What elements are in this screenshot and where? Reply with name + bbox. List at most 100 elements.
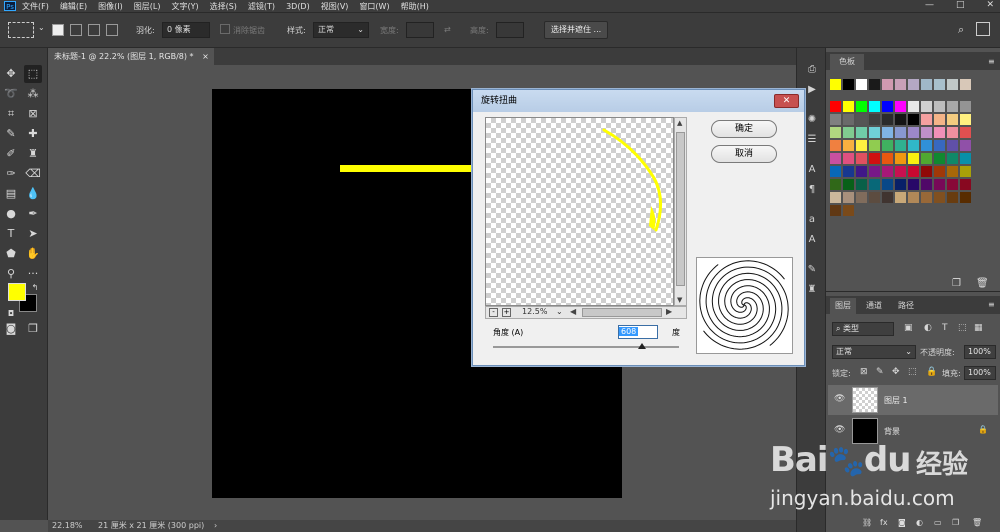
scroll-up-icon[interactable]: ▲ (677, 119, 682, 127)
status-menu-arrow[interactable]: › (214, 520, 217, 532)
character-icon[interactable]: A (804, 162, 820, 178)
menu-edit[interactable]: 编辑(E) (60, 1, 87, 12)
swatch[interactable] (895, 127, 906, 138)
glyphs-icon[interactable]: a (804, 212, 820, 228)
cancel-button[interactable]: 取消 (711, 145, 777, 163)
zoom-tool-icon[interactable]: ⚲ (2, 265, 20, 283)
swatch[interactable] (882, 114, 893, 125)
swatch[interactable] (830, 179, 841, 190)
minimize-button[interactable]: — (925, 0, 934, 12)
swatch[interactable] (830, 140, 841, 151)
angle-input[interactable]: 608 (618, 325, 658, 339)
foreground-color-swatch[interactable] (8, 283, 26, 301)
swap-icon[interactable]: ⇄ (444, 25, 451, 34)
frame-tool-icon[interactable]: ⊠ (24, 105, 42, 123)
new-selection-icon[interactable] (52, 24, 64, 36)
swatch[interactable] (882, 179, 893, 190)
swatch[interactable] (960, 101, 971, 112)
swatch[interactable] (882, 192, 893, 203)
panel-menu-icon[interactable]: ≡ (988, 300, 995, 309)
swatch[interactable] (856, 127, 867, 138)
swatch[interactable] (921, 192, 932, 203)
scroll-down-icon[interactable]: ▼ (677, 296, 682, 304)
swatch[interactable] (960, 79, 971, 90)
swatch[interactable] (934, 114, 945, 125)
ok-button[interactable]: 确定 (711, 120, 777, 138)
swatch[interactable] (947, 101, 958, 112)
swatch[interactable] (921, 179, 932, 190)
angle-slider-thumb[interactable] (637, 343, 646, 349)
swatch[interactable] (908, 166, 919, 177)
swatch[interactable] (934, 101, 945, 112)
brush-tool-icon[interactable]: ✐ (2, 145, 20, 163)
swatch[interactable] (947, 166, 958, 177)
menu-window[interactable]: 窗口(W) (359, 1, 389, 12)
swatch[interactable] (947, 127, 958, 138)
swatch[interactable] (843, 205, 854, 216)
swatch[interactable] (895, 79, 906, 90)
healing-brush-tool-icon[interactable]: ✚ (24, 125, 42, 143)
swatch[interactable] (934, 127, 945, 138)
swatch[interactable] (843, 79, 854, 90)
swatch[interactable] (856, 153, 867, 164)
swatch[interactable] (908, 153, 919, 164)
tab-layers[interactable]: 图层 (830, 298, 856, 314)
swatch[interactable] (908, 101, 919, 112)
swatch[interactable] (882, 153, 893, 164)
swatch[interactable] (869, 192, 880, 203)
character-styles-icon[interactable]: A (804, 232, 820, 248)
eye-icon[interactable]: 👁 (834, 394, 845, 404)
hand-tool-icon[interactable]: ✋ (24, 245, 42, 263)
swatch[interactable] (882, 166, 893, 177)
menu-view[interactable]: 视图(V) (321, 1, 349, 12)
opacity-input[interactable]: 100% (964, 345, 996, 359)
document-tab[interactable]: 未标题-1 @ 22.2% (图层 1, RGB/8) * × (48, 48, 214, 65)
swatch[interactable] (908, 79, 919, 90)
paragraph-icon[interactable]: ¶ (804, 182, 820, 198)
blend-mode-select[interactable]: 正常 ⌄ (832, 345, 916, 359)
swatch[interactable] (921, 127, 932, 138)
swatch[interactable] (908, 127, 919, 138)
history-icon[interactable]: ⎙ (804, 62, 820, 78)
swatch[interactable] (830, 79, 841, 90)
swatch[interactable] (895, 101, 906, 112)
swatch[interactable] (869, 114, 880, 125)
swatch[interactable] (830, 166, 841, 177)
swatch[interactable] (908, 140, 919, 151)
chevron-down-icon[interactable]: ⌄ (38, 23, 45, 32)
add-selection-icon[interactable] (70, 24, 82, 36)
fill-input[interactable]: 100% (964, 366, 996, 380)
zoom-in-button[interactable]: + (502, 308, 511, 317)
subtract-selection-icon[interactable] (88, 24, 100, 36)
path-selection-tool-icon[interactable]: ➤ (24, 225, 42, 243)
width-input[interactable] (406, 22, 434, 38)
swatch[interactable] (960, 127, 971, 138)
panel-menu-icon[interactable]: ≡ (988, 57, 995, 66)
swatch[interactable] (921, 153, 932, 164)
lasso-tool-icon[interactable]: ➰ (2, 85, 20, 103)
swatch[interactable] (843, 140, 854, 151)
shape-tool-icon[interactable]: ⬟ (2, 245, 20, 263)
lock-transparent-icon[interactable]: ⊠ (860, 367, 868, 377)
swatch[interactable] (869, 127, 880, 138)
swatch[interactable] (960, 166, 971, 177)
delete-swatch-icon[interactable]: 🗑 (976, 278, 989, 289)
swatch[interactable] (960, 179, 971, 190)
tab-channels[interactable]: 通道 (860, 298, 888, 314)
move-tool-icon[interactable]: ✥ (2, 65, 20, 83)
menu-3d[interactable]: 3D(D) (286, 2, 310, 11)
swatch[interactable] (843, 153, 854, 164)
swatch[interactable] (856, 114, 867, 125)
swatch[interactable] (947, 114, 958, 125)
swatch[interactable] (895, 179, 906, 190)
swatch[interactable] (882, 79, 893, 90)
swatch[interactable] (869, 140, 880, 151)
zoom-readout[interactable]: 22.18% (52, 520, 83, 532)
swatch[interactable] (843, 179, 854, 190)
swatch[interactable] (947, 140, 958, 151)
scroll-thumb[interactable] (676, 132, 685, 286)
lock-all-icon[interactable]: 🔒 (926, 367, 937, 377)
swatch[interactable] (895, 166, 906, 177)
feather-input[interactable]: 0 像素 (162, 22, 210, 38)
tab-paths[interactable]: 路径 (892, 298, 920, 314)
